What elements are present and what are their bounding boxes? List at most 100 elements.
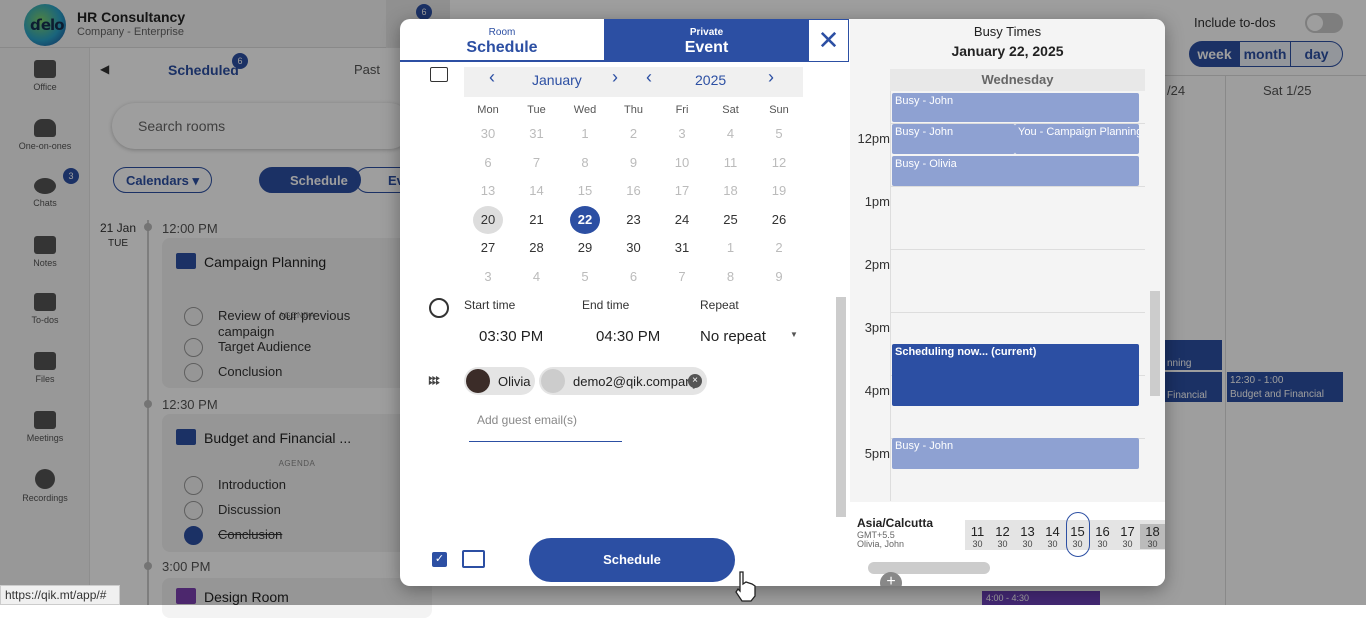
calendar-day[interactable]: 22 — [570, 205, 600, 234]
tz-hour: 11 — [970, 524, 985, 539]
repeat-select[interactable]: No repeat — [700, 328, 800, 345]
calendar-day[interactable]: 16 — [619, 177, 649, 205]
tz-hour-cell[interactable]: 17 30 — [1115, 524, 1140, 549]
calendar-day[interactable]: 9 — [619, 149, 649, 177]
month-label[interactable]: January — [532, 72, 582, 88]
tab-room-schedule[interactable]: Room Schedule — [400, 19, 604, 62]
start-time-value[interactable]: 03:30 PM — [479, 328, 543, 345]
tz-minute: 30 — [997, 539, 1008, 549]
busy-times-panel: Busy Times January 22, 2025 Wednesday 5p… — [850, 19, 1165, 586]
busy-scrollbar[interactable] — [1150, 291, 1160, 396]
calendar-day[interactable]: 15 — [570, 177, 600, 205]
calendar-day[interactable]: 1 — [716, 234, 746, 262]
weekday-header: Wed — [573, 104, 597, 116]
calendar-day[interactable]: 13 — [473, 177, 503, 205]
calendar-day[interactable]: 4 — [522, 263, 552, 291]
tz-people: Olivia, John — [857, 539, 905, 549]
close-icon[interactable]: ✕ — [808, 19, 849, 62]
calendar-day[interactable]: 31 — [667, 234, 697, 262]
attendee-chip[interactable]: demo2@qik.company × — [539, 367, 707, 395]
start-time-label: Start time — [464, 298, 516, 312]
tz-hour-cell[interactable]: 11 30 — [965, 524, 990, 549]
calendar-day[interactable]: 26 — [764, 206, 794, 234]
calendar-day[interactable]: 8 — [716, 263, 746, 291]
dropdown-arrow-icon[interactable]: ▼ — [790, 330, 798, 339]
month-year-nav — [464, 67, 803, 97]
email-icon — [462, 550, 485, 568]
calendar-day[interactable]: 6 — [473, 149, 503, 177]
calendar-day[interactable]: 5 — [764, 120, 794, 148]
calendar-day[interactable]: 11 — [716, 149, 746, 177]
calendar-day[interactable]: 8 — [570, 149, 600, 177]
next-year-icon[interactable]: › — [768, 67, 774, 88]
calendar-day[interactable]: 28 — [522, 234, 552, 262]
calendar-day[interactable]: 12 — [764, 149, 794, 177]
calendar-day[interactable]: 27 — [473, 234, 503, 262]
calendar-day[interactable]: 1 — [570, 120, 600, 148]
calendar-day[interactable]: 21 — [522, 206, 552, 234]
calendar-day[interactable]: 20 — [473, 205, 503, 234]
clock-icon — [429, 298, 449, 318]
calendar-day[interactable]: 10 — [667, 149, 697, 177]
tz-minute: 30 — [1022, 539, 1033, 549]
tz-minute: 30 — [1097, 539, 1108, 549]
prev-month-icon[interactable]: ‹ — [489, 67, 495, 88]
calendar-day[interactable]: 6 — [619, 263, 649, 291]
busy-event[interactable]: Busy - Olivia — [892, 156, 1139, 186]
tz-hour-cell[interactable]: 12 30 — [990, 524, 1015, 549]
calendar-day[interactable]: 31 — [522, 120, 552, 148]
next-month-icon[interactable]: › — [612, 67, 618, 88]
busy-event[interactable]: You - Campaign Planning — [1015, 124, 1139, 154]
tz-hour-cell[interactable]: 14 30 — [1040, 524, 1065, 549]
calendar-day[interactable]: 30 — [473, 120, 503, 148]
calendar-day[interactable]: 2 — [619, 120, 649, 148]
calendar-day[interactable]: 29 — [570, 234, 600, 262]
attendees-icon: ꔪꔪꔪ — [428, 374, 441, 388]
calendar-day[interactable]: 7 — [522, 149, 552, 177]
calendar-day[interactable]: 3 — [667, 120, 697, 148]
end-time-label: End time — [582, 298, 630, 312]
tab-big-label: Event — [684, 39, 729, 56]
avatar — [466, 369, 490, 393]
weekday-header: Wednesday — [890, 69, 1145, 91]
current-slot-event[interactable]: Scheduling now... (current) — [892, 344, 1139, 406]
guest-email-input[interactable]: Add guest email(s) — [469, 407, 622, 442]
calendar-day[interactable]: 14 — [522, 177, 552, 205]
tz-hour-cell[interactable]: 16 30 — [1090, 524, 1115, 549]
tab-private-event[interactable]: Private Event — [604, 19, 809, 62]
hour-label: 1pm — [864, 194, 890, 209]
calendar-day[interactable]: 2 — [764, 234, 794, 262]
hour-line — [890, 186, 1145, 187]
calendar-day[interactable]: 23 — [619, 206, 649, 234]
year-label[interactable]: 2025 — [695, 72, 726, 88]
calendar-day[interactable]: 7 — [667, 263, 697, 291]
calendar-day[interactable]: 25 — [716, 206, 746, 234]
calendar-day[interactable]: 30 — [619, 234, 649, 262]
calendar-day[interactable]: 9 — [764, 263, 794, 291]
prev-year-icon[interactable]: ‹ — [646, 67, 652, 88]
busy-event[interactable]: Busy - John — [892, 93, 1139, 122]
schedule-submit-button[interactable]: Schedule — [529, 538, 735, 582]
modal-scrollbar[interactable] — [836, 297, 846, 517]
busy-event[interactable]: Busy - John — [892, 124, 1015, 154]
calendar-day[interactable]: 4 — [716, 120, 746, 148]
tz-hour-cell[interactable]: 18 30 — [1140, 524, 1165, 549]
calendar-day[interactable]: 17 — [667, 177, 697, 205]
end-time-value[interactable]: 04:30 PM — [596, 328, 660, 345]
grid-line — [890, 91, 891, 501]
attendee-chip[interactable]: Olivia — [464, 367, 535, 395]
calendar-day[interactable]: 19 — [764, 177, 794, 205]
email-checkbox[interactable]: ✓ — [432, 552, 447, 567]
remove-icon[interactable]: × — [688, 374, 702, 388]
tz-minute: 30 — [1147, 539, 1158, 549]
calendar-day[interactable]: 18 — [716, 177, 746, 205]
weekday-header: Fri — [675, 104, 689, 116]
tz-hour: 15 — [1070, 524, 1085, 539]
tz-hour-cell[interactable]: 15 30 — [1065, 524, 1090, 549]
status-url: https://qik.mt/app/# — [0, 585, 120, 605]
busy-event[interactable]: Busy - John — [892, 438, 1139, 469]
calendar-day[interactable]: 24 — [667, 206, 697, 234]
tz-hour-cell[interactable]: 13 30 — [1015, 524, 1040, 549]
calendar-day[interactable]: 5 — [570, 263, 600, 291]
calendar-day[interactable]: 3 — [473, 263, 503, 291]
